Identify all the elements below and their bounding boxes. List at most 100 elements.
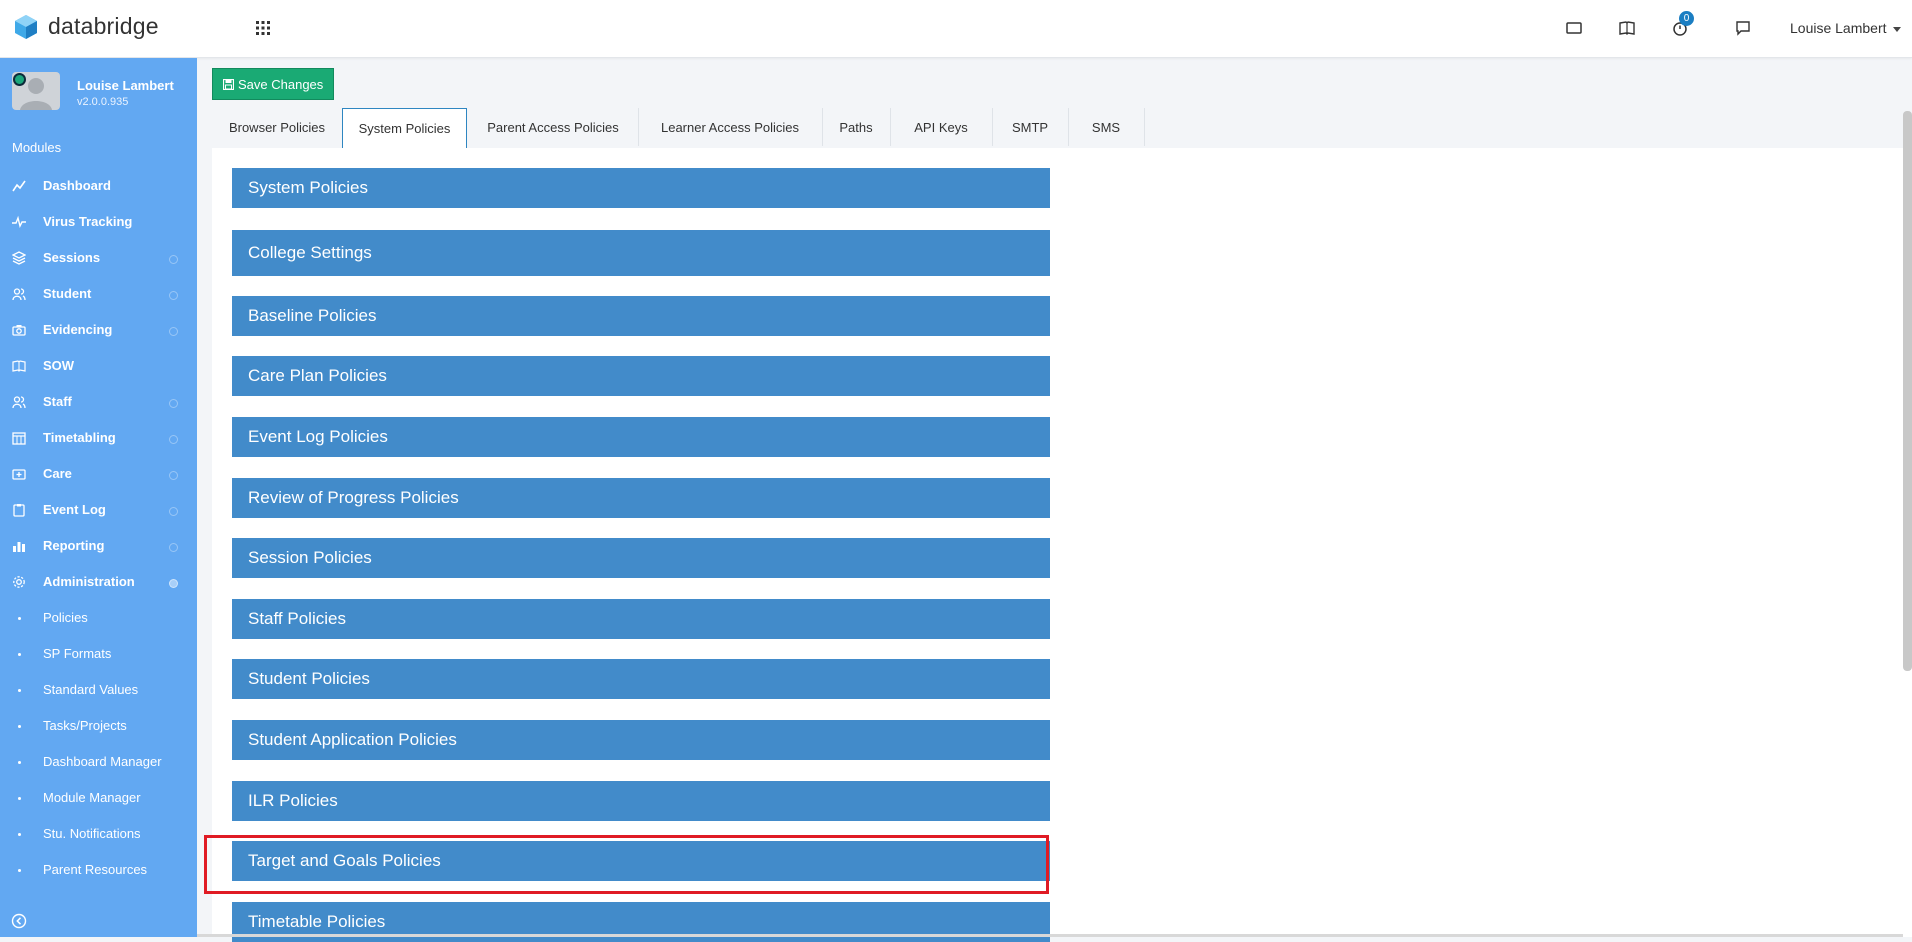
- expand-indicator-icon: [169, 507, 178, 516]
- modules-section-label: Modules: [12, 140, 62, 155]
- sidebar-item-label: Sessions: [43, 250, 101, 265]
- section-header-student-application-policies[interactable]: Student Application Policies: [232, 720, 1050, 760]
- sidebar-subitem-stu-notifications[interactable]: Stu. Notifications: [0, 816, 197, 852]
- sidebar-item-staff[interactable]: Staff: [0, 384, 197, 420]
- sidebar-item-evidencing[interactable]: Evidencing: [0, 312, 197, 348]
- sidebar-item-sessions[interactable]: Sessions: [0, 240, 197, 276]
- expand-indicator-icon: [169, 435, 178, 444]
- sidebar: Louise Lambert v2.0.0.935 Modules Dashbo…: [0, 58, 197, 937]
- tab-learner-access-policies[interactable]: Learner Access Policies: [640, 108, 820, 148]
- book-open-icon: [12, 360, 26, 372]
- sidebar-item-label: Care: [43, 466, 72, 481]
- app-version: v2.0.0.935: [77, 96, 129, 108]
- user-menu-name: Louise Lambert: [1790, 20, 1887, 36]
- collapse-sidebar-icon[interactable]: [11, 913, 27, 929]
- clipboard-icon: [13, 504, 25, 517]
- sidebar-item-administration[interactable]: Administration: [0, 564, 197, 600]
- gear-icon: [13, 576, 25, 588]
- bullet-icon: [18, 797, 21, 800]
- section-header-system-policies[interactable]: System Policies: [232, 168, 1050, 208]
- online-status-dot: [13, 73, 26, 86]
- expand-indicator-icon: [169, 579, 178, 588]
- tab-system-policies[interactable]: System Policies: [342, 108, 467, 149]
- bullet-icon: [18, 653, 21, 656]
- sidebar-subitem-standard-values[interactable]: Standard Values: [0, 672, 197, 708]
- save-changes-button[interactable]: Save Changes: [212, 68, 335, 100]
- tab-sms[interactable]: SMS: [1070, 108, 1142, 148]
- first-aid-icon: [12, 469, 26, 480]
- sidebar-subitem-policies[interactable]: Policies: [0, 600, 197, 636]
- tab-separator: [638, 108, 639, 146]
- section-header-event-log-policies[interactable]: Event Log Policies: [232, 417, 1050, 457]
- vertical-scrollbar[interactable]: [1903, 111, 1912, 671]
- tab-parent-access-policies[interactable]: Parent Access Policies: [470, 108, 636, 148]
- section-header-care-plan-policies[interactable]: Care Plan Policies: [232, 356, 1050, 396]
- expand-indicator-icon: [169, 543, 178, 552]
- app-name: databridge: [48, 13, 159, 39]
- sidebar-subitem-sp-formats[interactable]: SP Formats: [0, 636, 197, 672]
- sidebar-item-care[interactable]: Care: [0, 456, 197, 492]
- camera-icon: [12, 325, 26, 336]
- tab-smtp[interactable]: SMTP: [994, 108, 1066, 148]
- sidebar-item-label: Evidencing: [43, 322, 113, 337]
- bullet-icon: [18, 617, 21, 620]
- sidebar-subitem-label: Policies: [43, 610, 88, 625]
- sidebar-item-label: Administration: [43, 574, 135, 589]
- tab-browser-policies[interactable]: Browser Policies: [212, 108, 342, 148]
- tablet-icon[interactable]: [1565, 19, 1583, 37]
- layers-icon: [12, 251, 26, 265]
- tab-panel-system-policies: System Policies College Settings Baselin…: [212, 148, 1912, 942]
- app-logo[interactable]: databridge: [14, 13, 159, 40]
- sidebar-item-virus-tracking[interactable]: Virus Tracking: [0, 204, 197, 240]
- sidebar-nav: Dashboard Virus Tracking Sessions Studen…: [0, 168, 197, 888]
- bullet-icon: [18, 689, 21, 692]
- section-header-review-of-progress-policies[interactable]: Review of Progress Policies: [232, 478, 1050, 518]
- sidebar-item-sow[interactable]: SOW: [0, 348, 197, 384]
- chat-icon[interactable]: [1734, 19, 1752, 37]
- avatar: [12, 72, 60, 110]
- section-header-college-settings[interactable]: College Settings: [232, 230, 1050, 276]
- sidebar-item-event-log[interactable]: Event Log: [0, 492, 197, 528]
- caret-down-icon: [1892, 26, 1901, 32]
- bullet-icon: [18, 725, 21, 728]
- tab-api-keys[interactable]: API Keys: [892, 108, 990, 148]
- sidebar-item-student[interactable]: Student: [0, 276, 197, 312]
- sidebar-item-label: Staff: [43, 394, 72, 409]
- tab-separator: [822, 108, 823, 146]
- expand-indicator-icon: [169, 291, 178, 300]
- sidebar-item-dashboard[interactable]: Dashboard: [0, 168, 197, 204]
- sidebar-item-label: Student: [43, 286, 92, 301]
- section-header-session-policies[interactable]: Session Policies: [232, 538, 1050, 578]
- databridge-logo-icon: [15, 14, 37, 39]
- bar-chart-icon: [13, 542, 25, 552]
- sidebar-subitem-tasks-projects[interactable]: Tasks/Projects: [0, 708, 197, 744]
- section-header-student-policies[interactable]: Student Policies: [232, 659, 1050, 699]
- section-header-ilr-policies[interactable]: ILR Policies: [232, 781, 1050, 821]
- sidebar-subitem-parent-resources[interactable]: Parent Resources: [0, 852, 197, 888]
- tab-paths[interactable]: Paths: [824, 108, 888, 148]
- apps-grid-icon[interactable]: [254, 19, 272, 37]
- user-profile[interactable]: Louise Lambert v2.0.0.935: [12, 72, 192, 122]
- policy-tabs: Browser Policies System Policies Parent …: [212, 108, 1912, 149]
- tab-separator: [1068, 108, 1069, 146]
- save-button-label: Save Changes: [238, 76, 324, 92]
- sidebar-subitem-label: Dashboard Manager: [43, 754, 162, 769]
- bullet-icon: [18, 833, 21, 836]
- book-icon[interactable]: [1618, 19, 1636, 37]
- notification-badge: 0: [1679, 11, 1694, 26]
- bullet-icon: [18, 869, 21, 872]
- sidebar-subitem-label: Parent Resources: [43, 862, 148, 877]
- sidebar-subitem-module-manager[interactable]: Module Manager: [0, 780, 197, 816]
- sidebar-subitem-dashboard-manager[interactable]: Dashboard Manager: [0, 744, 197, 780]
- profile-name: Louise Lambert: [77, 78, 174, 93]
- section-header-baseline-policies[interactable]: Baseline Policies: [232, 296, 1050, 336]
- section-header-target-and-goals-policies[interactable]: Target and Goals Policies: [232, 841, 1050, 881]
- sidebar-item-timetabling[interactable]: Timetabling: [0, 420, 197, 456]
- sidebar-item-reporting[interactable]: Reporting: [0, 528, 197, 564]
- user-menu[interactable]: Louise Lambert: [1790, 20, 1901, 36]
- section-header-staff-policies[interactable]: Staff Policies: [232, 599, 1050, 639]
- tab-separator: [1144, 108, 1145, 146]
- tab-separator: [890, 108, 891, 146]
- sidebar-subitem-label: Tasks/Projects: [43, 718, 127, 733]
- top-bar: databridge 0 Louise Lambert: [0, 0, 1912, 58]
